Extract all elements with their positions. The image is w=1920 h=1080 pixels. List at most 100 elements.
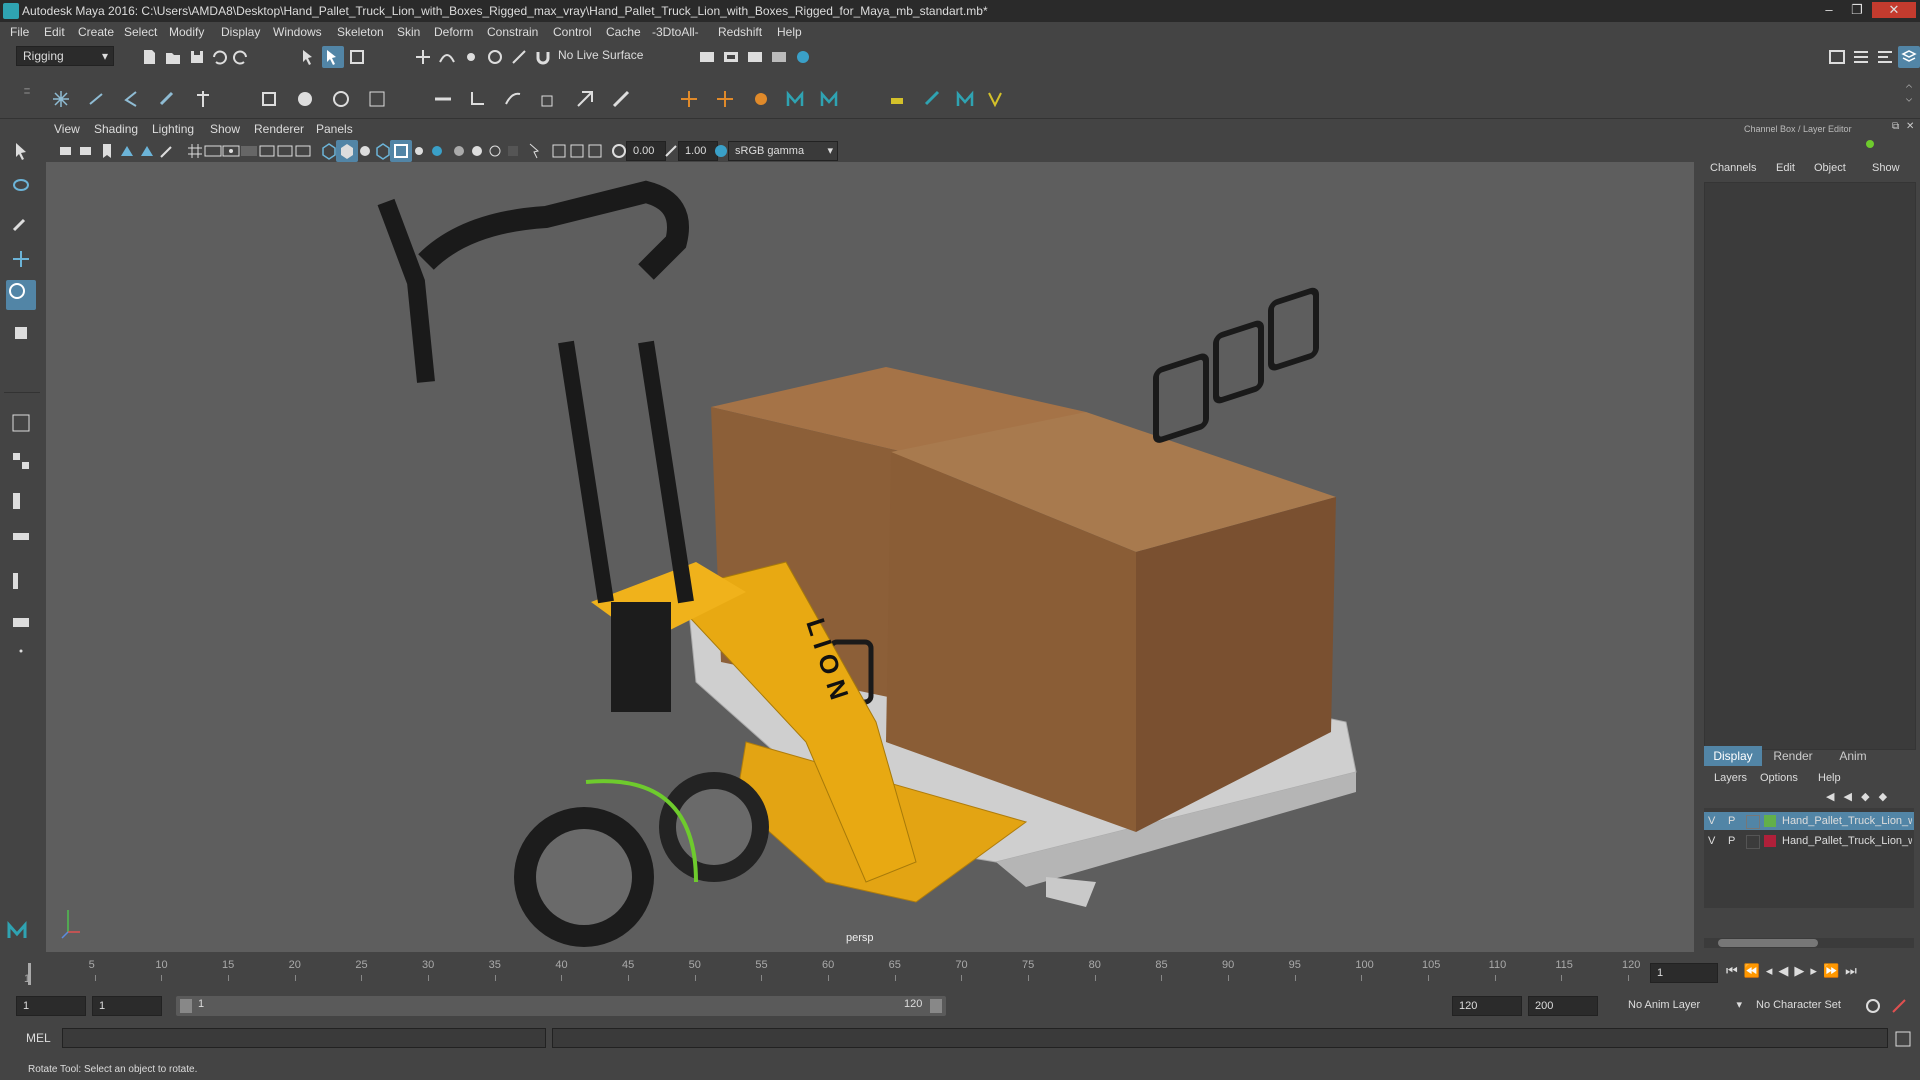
menu-windows[interactable]: Windows [273, 25, 322, 39]
magnet-icon[interactable] [532, 46, 554, 68]
tab-display[interactable]: Display [1704, 746, 1762, 766]
layer-color-swatch[interactable] [1764, 815, 1776, 827]
channel-box-settings-icon[interactable] [1864, 138, 1876, 150]
ik-spline-icon[interactable] [714, 88, 736, 110]
range-start-handle[interactable] [180, 999, 192, 1013]
motion-icon[interactable] [954, 88, 976, 110]
parent-constraint-icon[interactable] [466, 88, 488, 110]
camera-select-icon[interactable] [56, 140, 78, 162]
new-empty-layer-icon[interactable]: ◆ [1861, 791, 1869, 803]
layer-name[interactable]: Hand_Pallet_Truck_Lion_with_Boxes_Rigged… [1782, 832, 1912, 850]
single-view-layout-icon[interactable] [10, 412, 32, 434]
step-back-key-icon[interactable]: ⏪ [1744, 963, 1766, 978]
menu-3dtoall[interactable]: -3DtoAll- [652, 25, 699, 39]
human-ik-icon[interactable] [784, 88, 806, 110]
cb-menu-show[interactable]: Show [1872, 162, 1900, 174]
close-panel-icon[interactable]: ✕ [1906, 121, 1914, 132]
rotate-tool-icon[interactable] [6, 280, 36, 310]
more-layouts-icon[interactable] [10, 640, 32, 662]
redo-icon[interactable] [230, 46, 252, 68]
image-plane-icon[interactable] [116, 140, 138, 162]
scale-constraint-icon[interactable] [574, 88, 596, 110]
tool-settings-icon[interactable] [1874, 46, 1896, 68]
bookmark-icon[interactable] [96, 140, 118, 162]
move-tool-icon[interactable] [10, 248, 32, 270]
play-forwards-icon[interactable]: ▶ [1794, 963, 1810, 978]
snap-curve-icon[interactable] [436, 46, 458, 68]
stacked-layout-icon[interactable] [10, 530, 32, 552]
playback-end-field[interactable]: 120 [1452, 996, 1522, 1016]
depth-of-field-icon[interactable] [502, 140, 524, 162]
hik-character-icon[interactable] [818, 88, 840, 110]
four-view-layout-icon[interactable] [10, 450, 32, 472]
render-settings-icon[interactable] [768, 46, 790, 68]
script-editor-icon[interactable] [1892, 1028, 1914, 1050]
shadows-icon[interactable] [426, 140, 448, 162]
layers-menu[interactable]: Layers [1714, 772, 1747, 784]
time-ruler[interactable]: 1 5 10 15 20 25 30 35 40 45 50 55 60 65 70 75 80 85 90 95 1… [24, 957, 1644, 987]
animation-end-field[interactable]: 200 [1528, 996, 1598, 1016]
cb-menu-edit[interactable]: Edit [1776, 162, 1795, 174]
viewport-menu-panels[interactable]: Panels [316, 122, 353, 136]
go-to-start-icon[interactable]: ⏮ [1726, 963, 1744, 978]
move-layer-down-icon[interactable]: ◀ [1844, 791, 1852, 803]
help-menu[interactable]: Help [1818, 772, 1841, 784]
render-view-icon[interactable] [696, 46, 718, 68]
shelf-scroll-icon[interactable] [1898, 82, 1912, 114]
view-transform-dropdown[interactable]: sRGB gamma ▾ [728, 141, 838, 161]
play-backwards-icon[interactable]: ◀ [1778, 963, 1794, 978]
animation-start-field[interactable]: 1 [16, 996, 86, 1016]
camera-attributes-icon[interactable] [76, 140, 98, 162]
select-component-icon[interactable] [346, 46, 368, 68]
step-back-frame-icon[interactable]: ◂ [1766, 963, 1779, 978]
open-scene-icon[interactable] [162, 46, 184, 68]
quick-rig-icon[interactable] [886, 88, 908, 110]
character-set-dropdown[interactable]: No Character Set [1750, 996, 1860, 1016]
layer-type-toggle[interactable] [1746, 835, 1760, 849]
layer-playback-toggle[interactable]: P [1728, 812, 1735, 830]
menu-create[interactable]: Create [78, 25, 114, 39]
menu-file[interactable]: File [10, 25, 29, 39]
bind-skin-icon[interactable] [258, 88, 280, 110]
menu-skeleton[interactable]: Skeleton [337, 25, 384, 39]
ik-handle-icon[interactable] [192, 88, 214, 110]
grease-pencil-icon[interactable] [156, 140, 178, 162]
layer-type-toggle[interactable] [1746, 815, 1760, 829]
skeleton-icon[interactable] [922, 88, 944, 110]
orient-joint-icon[interactable] [156, 88, 178, 110]
menu-display[interactable]: Display [221, 25, 260, 39]
save-scene-icon[interactable] [186, 46, 208, 68]
viewport-menu-renderer[interactable]: Renderer [254, 122, 304, 136]
menu-redshift[interactable]: Redshift [718, 25, 762, 39]
menu-skin[interactable]: Skin [397, 25, 420, 39]
perspective-viewport[interactable]: L I O N persp [46, 162, 1694, 952]
isolate-select-icon[interactable] [524, 140, 546, 162]
auto-key-icon[interactable] [1862, 995, 1884, 1017]
channel-list[interactable] [1704, 182, 1916, 750]
new-scene-icon[interactable] [138, 46, 160, 68]
shelf-options-icon[interactable] [16, 82, 30, 114]
menu-deform[interactable]: Deform [434, 25, 473, 39]
mirror-joint-icon[interactable] [120, 88, 142, 110]
cluster-icon[interactable] [432, 88, 454, 110]
animation-preferences-icon[interactable] [1888, 995, 1910, 1017]
outliner-layout-icon[interactable] [10, 570, 32, 592]
menu-help[interactable]: Help [777, 25, 802, 39]
make-live-icon[interactable] [508, 46, 530, 68]
menu-edit[interactable]: Edit [44, 25, 65, 39]
layer-visibility-toggle[interactable]: V [1708, 832, 1715, 850]
insert-joint-icon[interactable] [86, 88, 108, 110]
command-input[interactable] [62, 1028, 546, 1048]
lasso-tool-icon[interactable] [10, 176, 32, 198]
select-object-icon[interactable] [322, 46, 344, 68]
lattice-icon[interactable] [366, 88, 388, 110]
side-by-side-layout-icon[interactable] [10, 490, 32, 512]
viewport-menu-lighting[interactable]: Lighting [152, 122, 194, 136]
cb-menu-object[interactable]: Object [1814, 162, 1846, 174]
time-slider[interactable]: 1 5 10 15 20 25 30 35 40 45 50 55 60 65 70 75 80 85 90 95 1… [0, 955, 1920, 995]
paint-select-icon[interactable] [10, 212, 32, 234]
cb-menu-channels[interactable]: Channels [1710, 162, 1756, 174]
undo-icon[interactable] [208, 46, 230, 68]
options-menu[interactable]: Options [1760, 772, 1798, 784]
viewport-menu-shading[interactable]: Shading [94, 122, 138, 136]
